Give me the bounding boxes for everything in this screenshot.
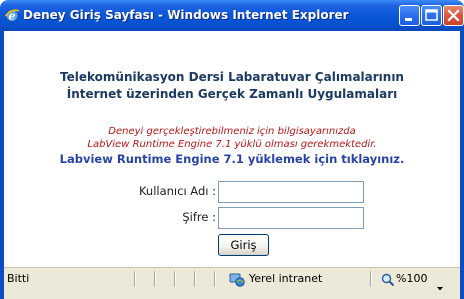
intranet-icon [229,271,245,287]
ie-icon: e [4,7,20,23]
statusbar: Bitti Yerel intranet %100 [4,267,460,299]
statusbar-divider [194,271,196,287]
statusbar-divider [174,271,176,287]
statusbar-divider [154,271,156,287]
login-button[interactable]: Giriş [218,234,269,256]
maximize-icon [425,9,438,21]
window-titlebar[interactable]: e Deney Giriş Sayfası - Windows Internet… [0,0,464,31]
page-heading-line1: Telekomünikasyon Dersi Labaratuvar Çalım… [60,70,404,84]
window-title: Deney Giriş Sayfası - Windows Internet E… [23,8,349,22]
minimize-icon [405,18,412,21]
password-label: Şifre : [182,210,216,224]
page-content: Telekomünikasyon Dersi Labaratuvar Çalım… [4,31,460,267]
statusbar-divider [134,271,136,287]
page-heading-line2: İnternet üzerinden Gerçek Zamanlı Uygula… [66,87,398,101]
runtime-notice-line1: Deneyi gerçekleştirebilmeniz için bilgis… [108,126,356,137]
status-text: Bitti [7,272,30,285]
runtime-notice-line2: LabView Runtime Engine 7.1 yüklü olması … [87,139,377,150]
zoom-icon [381,272,395,287]
minimize-button[interactable] [399,5,420,26]
statusbar-divider [370,271,372,287]
username-input[interactable] [218,181,364,203]
password-input[interactable] [218,207,364,229]
chevron-down-icon[interactable] [436,277,444,291]
security-zone-text[interactable]: Yerel intranet [249,272,322,285]
zoom-level[interactable]: %100 [396,272,427,285]
maximize-button[interactable] [421,5,442,26]
runtime-download-link[interactable]: Labview Runtime Engine 7.1 yüklemek için… [4,152,460,167]
username-label: Kullanıcı Adı : [138,184,216,198]
close-button[interactable] [443,5,464,26]
close-icon [447,9,460,22]
window-frame-right [460,31,464,299]
statusbar-divider [214,271,216,287]
